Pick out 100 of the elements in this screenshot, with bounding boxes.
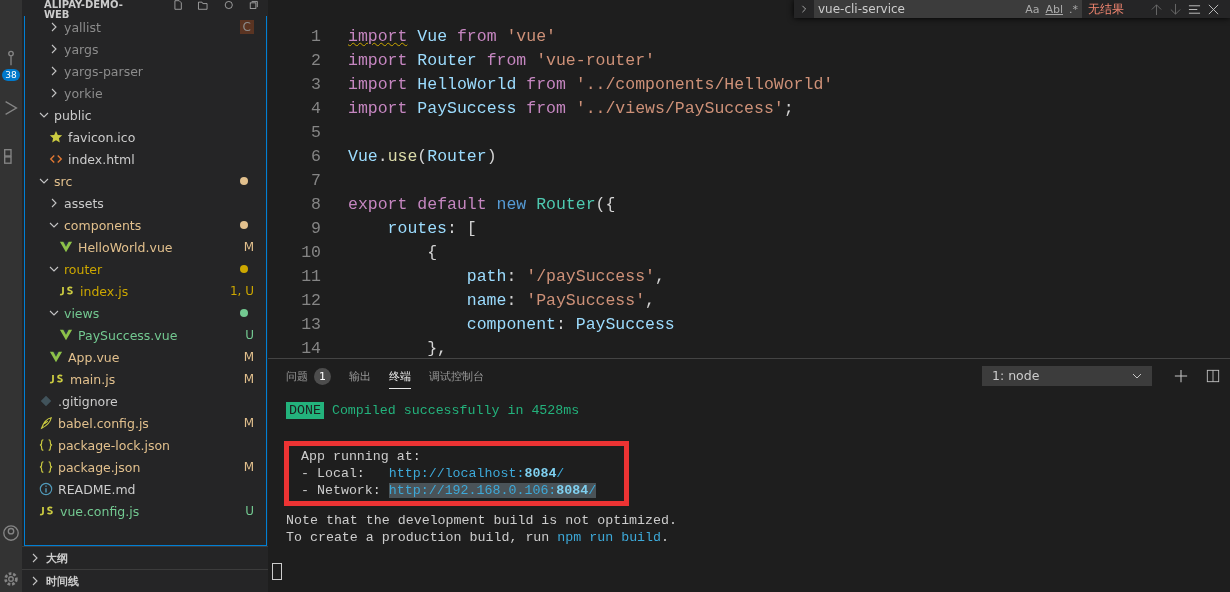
- line-number: 5: [310, 122, 321, 142]
- collapsed-section-header[interactable]: 大纲: [22, 546, 268, 569]
- git-status-label: U: [245, 328, 254, 342]
- panel-tab[interactable]: 终端: [389, 362, 411, 389]
- panel-tab[interactable]: 输出: [349, 362, 371, 389]
- account-icon[interactable]: [2, 524, 20, 542]
- file-name: views: [64, 305, 100, 321]
- split-icon[interactable]: [1206, 368, 1220, 383]
- done-badge: DONE: [286, 402, 324, 419]
- file-item[interactable]: index.html: [25, 148, 266, 170]
- info-icon: [39, 482, 53, 496]
- chevron-down-icon: [39, 110, 49, 120]
- chevron-right-icon: [49, 198, 59, 208]
- vue-icon: [49, 350, 63, 364]
- terminal-text: App running at:: [301, 449, 421, 464]
- git-status-label: M: [243, 350, 254, 364]
- file-item[interactable]: PaySuccess.vue U: [25, 324, 266, 346]
- code-line: path: '/paySuccess',: [465, 266, 665, 286]
- explorer-title: ALIPAY-DEMO-WEB: [44, 0, 124, 20]
- file-item[interactable]: HelloWorld.vue M: [25, 236, 266, 258]
- terminal-text: Note that the development build is not optimized.: [286, 513, 677, 528]
- file-name: assets: [64, 195, 104, 211]
- line-number: 11: [300, 266, 321, 286]
- code-line: name: 'PaySuccess',: [465, 290, 655, 310]
- line-number: 12: [300, 290, 321, 310]
- collapse-icon[interactable]: [248, 0, 260, 10]
- plus-icon[interactable]: [1174, 368, 1188, 383]
- folder-item[interactable]: public: [25, 104, 266, 126]
- file-name: HelloWorld.vue: [78, 239, 173, 255]
- arrow-down-icon[interactable]: [1169, 2, 1182, 16]
- file-name: yorkie: [64, 85, 103, 101]
- git-status-label: U: [245, 504, 254, 518]
- menu-icon[interactable]: [1188, 2, 1201, 16]
- terminal-text: - Network:: [301, 483, 382, 498]
- line-number: 3: [310, 74, 321, 94]
- panel-tab[interactable]: 调试控制台: [429, 362, 484, 389]
- file-name: package-lock.json: [58, 437, 171, 453]
- folder-item[interactable]: components: [25, 214, 266, 236]
- vue-icon: [59, 328, 73, 342]
- line-number: 8: [310, 194, 321, 214]
- git-status-label: M: [243, 416, 254, 430]
- folder-item[interactable]: yargs-parser: [25, 60, 266, 82]
- url-link[interactable]: http://192.168.0.106:8084/: [388, 483, 597, 498]
- line-number: 2: [310, 50, 321, 70]
- close-icon[interactable]: [1207, 2, 1220, 16]
- file-item[interactable]: favicon.ico: [25, 126, 266, 148]
- file-name: components: [64, 217, 142, 233]
- chevron-right-icon: [30, 576, 40, 586]
- file-item[interactable]: vue.config.js U: [25, 500, 266, 522]
- new-file-icon[interactable]: [171, 0, 184, 10]
- line-number: 10: [300, 242, 321, 262]
- code-line: import HelloWorld from '../components/HelloWorld': [348, 74, 834, 94]
- find-option-toggle[interactable]: Aa: [1025, 2, 1040, 16]
- panel-tab[interactable]: 问题 1: [286, 361, 331, 390]
- vue-icon: [59, 240, 73, 254]
- settings-icon[interactable]: [2, 570, 20, 588]
- folder-item[interactable]: router: [25, 258, 266, 280]
- file-item[interactable]: package.json M: [25, 456, 266, 478]
- line-number: 6: [310, 146, 321, 166]
- folder-item[interactable]: assets: [25, 192, 266, 214]
- file-item[interactable]: babel.config.js M: [25, 412, 266, 434]
- folder-item[interactable]: src: [25, 170, 266, 192]
- code-line: component: PaySuccess: [465, 314, 675, 334]
- file-item[interactable]: .gitignore: [25, 390, 266, 412]
- file-name: package.json: [58, 459, 141, 475]
- code-line: import PaySuccess from '../views/PaySuccess';: [348, 98, 794, 118]
- url-link[interactable]: http://localhost:8084/: [388, 466, 565, 481]
- collapsed-section-header[interactable]: 时间线: [22, 569, 268, 592]
- code-line: import Vue from 'vue': [348, 26, 556, 46]
- chevron-right-icon[interactable]: [800, 4, 808, 14]
- file-item[interactable]: README.md: [25, 478, 266, 500]
- file-name: yallist: [64, 19, 101, 35]
- chevron-down-icon: [49, 220, 59, 230]
- file-item[interactable]: main.js M: [25, 368, 266, 390]
- find-option-toggle[interactable]: Abl: [1045, 2, 1063, 16]
- js-file-icon: [49, 372, 65, 386]
- file-name: PaySuccess.vue: [78, 327, 178, 343]
- terminal-text: To create a production build, run npm run build.: [286, 530, 670, 545]
- arrow-up-icon[interactable]: [1150, 2, 1163, 16]
- new-folder-icon[interactable]: [197, 0, 209, 10]
- diamond-icon: [39, 394, 53, 408]
- file-name: .gitignore: [58, 393, 118, 409]
- chevron-right-icon: [30, 553, 40, 563]
- file-item[interactable]: index.js 1, U: [25, 280, 266, 302]
- file-name: App.vue: [68, 349, 120, 365]
- folder-item[interactable]: views: [25, 302, 266, 324]
- line-number: 4: [310, 98, 321, 118]
- find-input[interactable]: vue-cli-service Aa Abl .*: [814, 0, 1082, 18]
- file-name: main.js: [70, 371, 116, 387]
- terminal-dropdown[interactable]: 1: node: [982, 365, 1152, 386]
- file-item[interactable]: package-lock.json: [25, 434, 266, 456]
- folder-item[interactable]: yorkie: [25, 82, 266, 104]
- find-option-toggle[interactable]: .*: [1069, 2, 1078, 16]
- braces-icon: [39, 438, 53, 452]
- code-line: routes: [: [386, 218, 477, 238]
- refresh-icon[interactable]: [222, 0, 235, 10]
- file-item[interactable]: App.vue M: [25, 346, 266, 368]
- folder-item[interactable]: yargs: [25, 38, 266, 60]
- file-name: index.html: [68, 151, 135, 167]
- file-name: favicon.ico: [68, 129, 136, 145]
